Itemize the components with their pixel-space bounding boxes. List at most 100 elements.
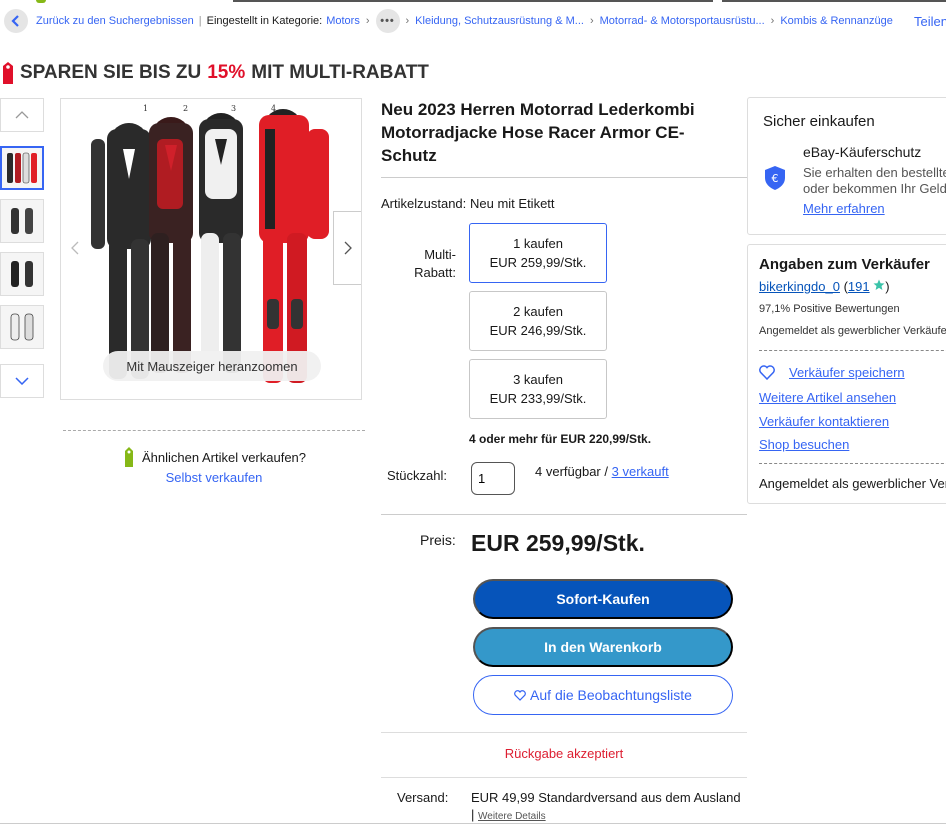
suit-thumbnail-image bbox=[11, 261, 33, 287]
availability: 4 verfügbar / 3 verkauft bbox=[535, 464, 669, 479]
heart-icon bbox=[514, 689, 526, 701]
save-seller-label: Verkäufer speichern bbox=[789, 365, 905, 380]
thumbnails-down-button[interactable] bbox=[0, 364, 44, 398]
watchlist-label: Auf die Beobachtungsliste bbox=[530, 687, 692, 703]
sell-similar-text: Ähnlichen Artikel verkaufen? bbox=[141, 449, 307, 465]
breadcrumb: Zurück zu den Suchergebnissen | Eingeste… bbox=[0, 8, 946, 34]
breadcrumb-item-motorsport[interactable]: Motorrad- & Motorsportausrüstu... bbox=[600, 15, 765, 27]
visit-shop-link[interactable]: Shop besuchen bbox=[759, 437, 849, 452]
suit-dark-red bbox=[149, 117, 193, 373]
seller-name-link[interactable]: bikerkingdo_0 bbox=[759, 279, 840, 294]
breadcrumb-item-clothing[interactable]: Kleidung, Schutzausrüstung & M... bbox=[415, 15, 584, 27]
more-dots-button[interactable]: ••• bbox=[375, 9, 400, 33]
tier-price: EUR 259,99/Stk. bbox=[489, 255, 587, 270]
price-value: EUR 259,99/Stk. bbox=[471, 530, 645, 556]
tier-qty: 1 kaufen bbox=[513, 236, 563, 251]
returns-accepted: Rückgabe akzeptiert bbox=[504, 746, 624, 761]
shipping-details-link[interactable]: Weitere Details bbox=[478, 811, 546, 822]
chevron-left-icon bbox=[11, 15, 19, 27]
buyer-protection-desc: Sie erhalten den bestellten Artikel oder… bbox=[803, 165, 946, 197]
suit-number: 3 bbox=[231, 104, 236, 113]
tier-qty: 2 kaufen bbox=[513, 304, 563, 319]
chevron-right-icon: › bbox=[405, 15, 410, 27]
multibuy-tier-3[interactable]: 3 kaufen EUR 233,99/Stk. bbox=[469, 359, 607, 419]
back-to-results-link[interactable]: Zurück zu den Suchergebnissen bbox=[36, 15, 194, 27]
buyer-protection-desc-line: Sie erhalten den bestellten Artikel bbox=[803, 165, 946, 180]
top-divider bbox=[233, 0, 713, 2]
suit-thumbnail-image bbox=[7, 152, 37, 184]
shipping-label: Versand: bbox=[397, 790, 449, 805]
price-label: Preis: bbox=[420, 532, 456, 548]
sell-yourself-link[interactable]: Selbst verkaufen bbox=[63, 470, 365, 485]
heart-icon bbox=[759, 365, 775, 380]
save-seller-link[interactable]: Verkäufer speichern bbox=[759, 365, 905, 380]
item-title: Neu 2023 Herren Motorrad Lederkombi Moto… bbox=[381, 100, 695, 165]
divider bbox=[381, 777, 747, 778]
main-product-image[interactable]: 1 2 3 4 Mit Mauszeiger heranzoomen bbox=[60, 98, 362, 400]
thumbnail-2[interactable] bbox=[0, 199, 44, 243]
add-to-cart-button[interactable]: In den Warenkorb bbox=[473, 627, 733, 667]
top-divider bbox=[722, 0, 946, 2]
multibuy-tier-2[interactable]: 2 kaufen EUR 246,99/Stk. bbox=[469, 291, 607, 351]
breadcrumb-item-motors[interactable]: Motors bbox=[326, 15, 360, 27]
zoom-hint: Mit Mauszeiger heranzoomen bbox=[103, 351, 321, 381]
business-seller-label: Angemeldet als gewerblicher Verkäufer bbox=[759, 325, 946, 337]
seller-info-panel: Angaben zum Verkäufer bikerkingdo_0 (191… bbox=[747, 244, 946, 504]
divider bbox=[759, 350, 946, 351]
multibuy-label: Multi- Rabatt: bbox=[398, 246, 456, 282]
divider bbox=[381, 732, 747, 733]
contact-seller-link[interactable]: Verkäufer kontaktieren bbox=[759, 414, 889, 429]
thumbnail-3[interactable] bbox=[0, 252, 44, 296]
chevron-right-icon: › bbox=[589, 15, 594, 27]
shield-euro-icon: € bbox=[765, 166, 785, 190]
more-items-link[interactable]: Weitere Artikel ansehen bbox=[759, 390, 896, 405]
shipping-cost: EUR 49,99 bbox=[471, 790, 535, 805]
chevron-right-icon bbox=[344, 241, 352, 255]
image-next-button[interactable] bbox=[333, 211, 361, 285]
sold-count-link[interactable]: 3 verkauft bbox=[612, 464, 669, 479]
divider: | bbox=[471, 807, 475, 822]
feedback-score-link[interactable]: 191 bbox=[848, 279, 870, 294]
quantity-input[interactable] bbox=[471, 462, 515, 495]
suit-black bbox=[91, 123, 151, 379]
quantity-label: Stückzahl: bbox=[387, 468, 447, 483]
back-button[interactable] bbox=[4, 9, 28, 33]
watchlist-button[interactable]: Auf die Beobachtungsliste bbox=[473, 675, 733, 715]
tier-qty: 3 kaufen bbox=[513, 372, 563, 387]
business-seller-label: Angemeldet als gewerblicher Verkäufer bbox=[759, 476, 946, 491]
chevron-right-icon: › bbox=[770, 15, 775, 27]
feedback-percent: 97,1% Positive Bewertungen bbox=[759, 303, 900, 315]
chevron-down-icon bbox=[15, 377, 29, 385]
image-prev-button[interactable] bbox=[61, 211, 89, 285]
share-link[interactable]: Teilen bbox=[914, 14, 946, 29]
sell-similar-box: Ähnlichen Artikel verkaufen? Selbst verk… bbox=[63, 430, 365, 485]
breadcrumb-item-suits[interactable]: Kombis & Rennanzüge bbox=[780, 15, 893, 27]
divider bbox=[381, 514, 747, 515]
multibuy-label-line2: Rabatt: bbox=[414, 265, 456, 280]
chevron-up-icon bbox=[15, 111, 29, 119]
page-bottom-divider bbox=[0, 823, 946, 824]
top-strip bbox=[0, 0, 946, 4]
learn-more-link[interactable]: Mehr erfahren bbox=[803, 201, 885, 216]
price-tag-icon bbox=[124, 447, 133, 467]
divider bbox=[381, 177, 747, 178]
promo-percent: 15% bbox=[207, 62, 246, 83]
suit-number: 2 bbox=[183, 104, 188, 113]
score-close: ) bbox=[885, 279, 890, 294]
listed-in-label: Eingestellt in Kategorie: bbox=[206, 15, 323, 27]
thumbnails-up-button[interactable] bbox=[0, 98, 44, 132]
shipping-info: EUR 49,99 Standardversand aus dem Auslan… bbox=[471, 789, 741, 825]
buy-now-button[interactable]: Sofort-Kaufen bbox=[473, 579, 733, 619]
seller-name-row: bikerkingdo_0 (191 ) bbox=[759, 279, 890, 294]
multibuy-tier-1[interactable]: 1 kaufen EUR 259,99/Stk. bbox=[469, 223, 607, 283]
suit-number: 1 bbox=[143, 104, 148, 113]
suit-thumbnail-image bbox=[11, 208, 33, 234]
buyer-protection-desc-line: oder bekommen Ihr Geld zurück. bbox=[803, 181, 946, 196]
tier-price: EUR 233,99/Stk. bbox=[489, 391, 587, 406]
condition-label: Artikelzustand: bbox=[381, 196, 467, 211]
seller-heading: Angaben zum Verkäufer bbox=[759, 256, 930, 273]
sell-similar-question: Ähnlichen Artikel verkaufen? bbox=[63, 447, 365, 467]
buyer-protection-panel: Sicher einkaufen € eBay-Käuferschutz Sie… bbox=[747, 97, 946, 235]
thumbnail-4[interactable] bbox=[0, 305, 44, 349]
thumbnail-1[interactable] bbox=[0, 146, 44, 190]
